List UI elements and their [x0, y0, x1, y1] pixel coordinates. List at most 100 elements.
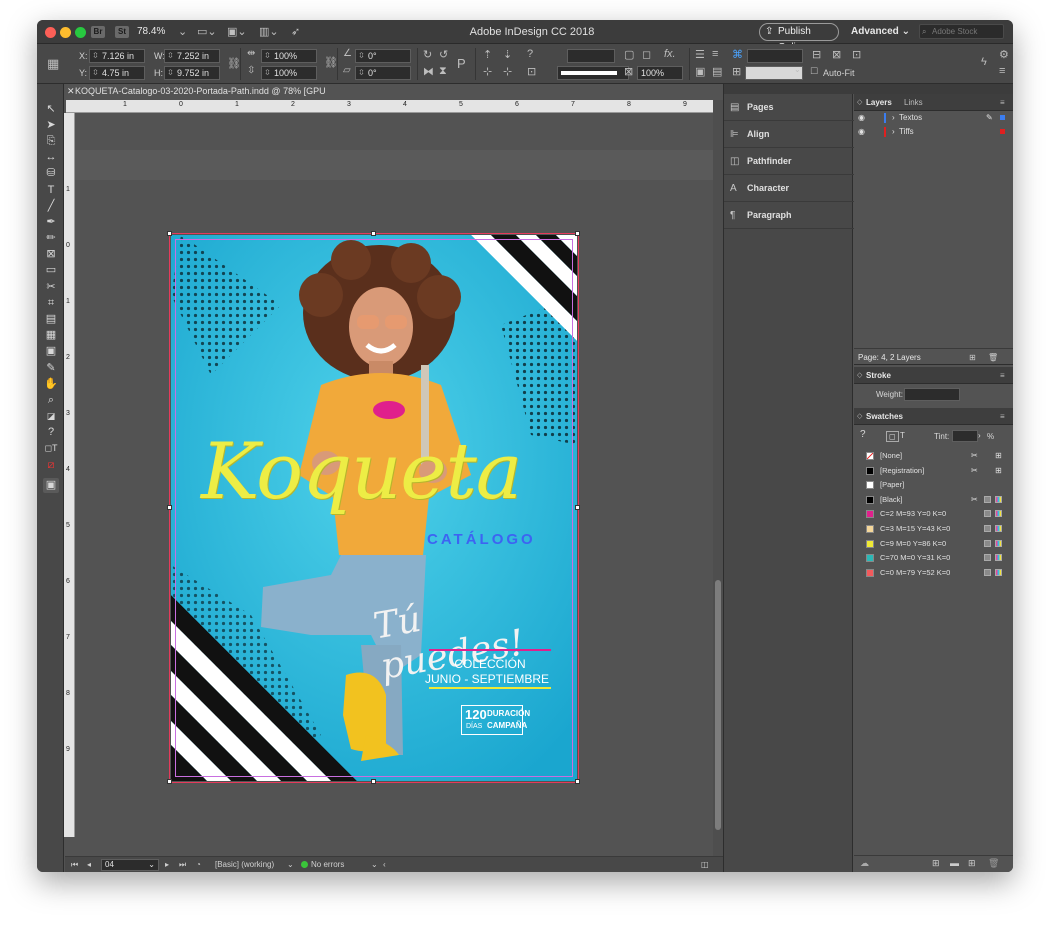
rotation-field[interactable]: ⇳ 0°	[355, 49, 411, 63]
tint-field[interactable]	[952, 430, 978, 442]
distribute-icon[interactable]: ▤	[712, 65, 722, 78]
scale-x-field[interactable]: ⇳ 100%	[261, 49, 317, 63]
fit-content-icon[interactable]: ⊠	[832, 48, 841, 61]
stroke-menu-icon[interactable]: ≡	[1000, 367, 1005, 384]
type-tool-icon[interactable]: T	[43, 183, 59, 198]
x-position-field[interactable]: ⇳ 7.126 in	[89, 49, 145, 63]
gear-icon[interactable]: ⚙	[999, 48, 1009, 61]
screen-mode-icon[interactable]: ▣⌄	[227, 25, 247, 38]
rectangle-tool-icon[interactable]: ▭	[43, 263, 59, 278]
gap-tool-icon[interactable]: ↔	[43, 150, 59, 165]
fit-frame-icon[interactable]: ⊟	[812, 48, 821, 61]
scroll-left-icon[interactable]: ‹	[383, 860, 386, 869]
fill-stroke-swap-icon[interactable]: ?	[860, 429, 866, 440]
swatch-row[interactable]: [Paper]	[854, 478, 1013, 492]
preflight-errors[interactable]: No errors	[311, 860, 344, 869]
zoom-level[interactable]: 78.4%	[137, 26, 165, 37]
panel-pathfinder[interactable]: ◫ Pathfinder	[724, 148, 854, 175]
flip-horizontal-icon[interactable]: ⧓	[423, 65, 434, 78]
links-tab[interactable]: Links	[904, 94, 923, 111]
close-tab-icon[interactable]: ✕	[67, 84, 75, 99]
fitting-icon[interactable]: ⌘	[732, 48, 743, 61]
folder-icon[interactable]: ▬	[950, 858, 959, 868]
panel-menu-icon[interactable]: ≡	[999, 65, 1005, 77]
swatch-row[interactable]: [Registration] ✂ ⊞	[854, 464, 1013, 478]
catalog-cover-page[interactable]: Koqueta CATÁLOGO Tú puedes! COLECCIÓN JU…	[171, 235, 577, 781]
maximize-window-button[interactable]	[75, 27, 86, 38]
height-field[interactable]: ⇳ 9.752 in	[164, 66, 220, 80]
zoom-tool-icon[interactable]: ⌕	[43, 393, 59, 408]
expand-icon[interactable]: ›	[892, 125, 895, 139]
shear-field[interactable]: ⇳ 0°	[355, 66, 411, 80]
handle-bottom-right[interactable]	[575, 779, 580, 784]
align-left-icon[interactable]: ☰	[695, 48, 705, 61]
align-center-icon[interactable]: ≡	[712, 48, 718, 60]
swatch-row[interactable]: C=3 M=15 Y=43 K=0	[854, 522, 1013, 536]
free-transform-tool-icon[interactable]: ⌗	[43, 296, 59, 311]
swatch-row[interactable]: C=0 M=79 Y=52 K=0	[854, 566, 1013, 580]
page-tool-icon[interactable]: ⎘	[43, 134, 59, 149]
handle-top-center[interactable]	[371, 231, 376, 236]
note-tool-icon[interactable]: ▣	[43, 344, 59, 359]
fill-swatch-field[interactable]	[567, 49, 615, 63]
help-icon[interactable]: ?	[527, 48, 533, 60]
direct-selection-tool-icon[interactable]: ➤	[43, 118, 59, 133]
select-previous-icon[interactable]: ⊹	[483, 65, 492, 78]
last-page-icon[interactable]: ⏭	[179, 860, 186, 870]
select-container-icon[interactable]: ⇡	[483, 48, 492, 61]
swatch-row[interactable]: C=9 M=0 Y=86 K=0	[854, 537, 1013, 551]
panel-character[interactable]: A Character	[724, 175, 854, 202]
y-position-field[interactable]: ⇳ 4.75 in	[89, 66, 145, 80]
opacity-field[interactable]: 100%	[637, 66, 683, 80]
eye-icon[interactable]: ◉	[858, 111, 865, 125]
screen-mode-normal-icon[interactable]: ▣	[43, 478, 59, 493]
first-page-icon[interactable]: ⏮	[71, 860, 78, 870]
expand-icon[interactable]: ›	[892, 111, 895, 125]
previous-page-icon[interactable]: ◂	[87, 860, 91, 869]
vertical-scroll-thumb[interactable]	[715, 580, 721, 830]
workspace-switcher[interactable]: Advanced ⌄	[851, 26, 910, 37]
layer-select-square[interactable]	[1000, 115, 1005, 120]
select-content-icon[interactable]: ⇣	[503, 48, 512, 61]
swatches-menu-icon[interactable]: ≡	[1000, 408, 1005, 425]
zoom-dropdown-icon[interactable]: ⌄	[178, 25, 187, 38]
new-color-group-icon[interactable]: ⊞	[932, 858, 940, 869]
handle-bottom-center[interactable]	[371, 779, 376, 784]
frame-fitting-icon[interactable]: ⊡	[527, 65, 536, 78]
panel-column-header[interactable]	[724, 84, 854, 94]
swatch-row[interactable]: [Black] ✂	[854, 493, 1013, 507]
bridge-button[interactable]: Br	[91, 26, 105, 38]
rectangle-frame-tool-icon[interactable]: ⊠	[43, 247, 59, 262]
grid-field[interactable]	[747, 49, 803, 63]
gradient-swatch-tool-icon[interactable]: ▤	[43, 312, 59, 327]
pen-tool-icon[interactable]: ✒	[43, 215, 59, 230]
reference-point-icon[interactable]: ▦	[47, 56, 59, 72]
stock-button[interactable]: St	[115, 26, 129, 38]
stroke-weight-field[interactable]	[557, 66, 629, 80]
adobe-stock-search[interactable]: ⌕ Adobe Stock	[919, 24, 1004, 39]
scissors-tool-icon[interactable]: ✂	[43, 280, 59, 295]
new-layer-icon[interactable]: ⊞	[969, 349, 976, 366]
swatch-row[interactable]: [None] ✂ ⊞	[854, 449, 1013, 463]
preflight-menu-icon[interactable]: ⌄	[371, 860, 378, 869]
tint-arrow-icon[interactable]: ›	[978, 431, 981, 440]
view-options-icon[interactable]: ▭⌄	[197, 25, 217, 38]
align-bottom-icon[interactable]: ▣	[695, 65, 705, 78]
gradient-feather-tool-icon[interactable]: ▦	[43, 328, 59, 343]
fill-stroke-question-icon[interactable]: ?	[43, 425, 59, 440]
publish-online-button[interactable]: ⇪ Publish Online	[759, 23, 839, 53]
handle-middle-right[interactable]	[575, 505, 580, 510]
style-status[interactable]: [Basic] (working)	[215, 860, 274, 869]
layer-select-square[interactable]	[1000, 129, 1005, 134]
layers-tab[interactable]: Layers	[866, 94, 892, 111]
next-page-icon[interactable]: ▸	[165, 860, 169, 869]
hand-tool-icon[interactable]: ✋	[43, 377, 59, 392]
stroke-icon[interactable]: ◻	[642, 48, 651, 61]
rotate-cw-icon[interactable]: ↻	[423, 48, 432, 61]
select-next-icon[interactable]: ⊹	[503, 65, 512, 78]
split-window-icon[interactable]: ◫	[701, 860, 709, 869]
layers-menu-icon[interactable]: ≡	[1000, 94, 1005, 111]
layer-row[interactable]: ◉ › Tiffs	[854, 125, 1013, 139]
horizontal-ruler[interactable]: 1 0 1 2 3 4 5 6 7 8 9	[66, 100, 722, 113]
arrange-documents-icon[interactable]: ▥⌄	[259, 25, 279, 38]
